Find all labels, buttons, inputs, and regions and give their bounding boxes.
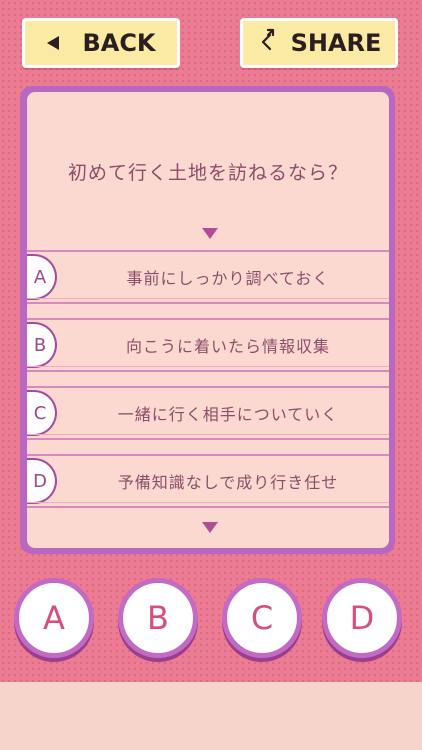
option-text: 一緒に行く相手についていく [117,405,339,424]
option-text: 事前にしっかり調べておく [126,269,330,288]
share-button[interactable]: SHARE [240,18,398,68]
answer-button-a[interactable]: A [14,578,94,658]
back-button[interactable]: BACK [22,18,180,68]
share-icon [257,28,277,58]
option-b[interactable]: B 向こうに着いたら情報収集 [27,318,389,372]
option-letter: C [27,390,57,436]
option-letter: D [27,458,57,504]
bottom-area [0,682,422,750]
option-c[interactable]: C 一緒に行く相手についていく [27,386,389,440]
option-letter: A [27,254,57,300]
answer-button-b[interactable]: B [118,578,198,658]
share-label: SHARE [290,29,382,57]
triangle-down-icon [202,228,218,239]
option-d[interactable]: D 予備知識なしで成り行き任せ [27,454,389,508]
answer-button-c[interactable]: C [222,578,302,658]
option-text: 予備知識なしで成り行き任せ [117,473,339,492]
scroll-down-icon[interactable] [202,522,218,533]
back-icon [46,29,60,57]
question-text: 初めて行く土地を訪ねるなら？ [67,162,348,184]
back-label: BACK [82,29,156,57]
question-panel: 初めて行く土地を訪ねるなら？ A 事前にしっかり調べておく B 向こうに着いたら… [27,92,389,548]
answer-button-d[interactable]: D [322,578,402,658]
option-text: 向こうに着いたら情報収集 [125,337,330,356]
option-letter: B [27,322,57,368]
option-a[interactable]: A 事前にしっかり調べておく [27,250,389,304]
